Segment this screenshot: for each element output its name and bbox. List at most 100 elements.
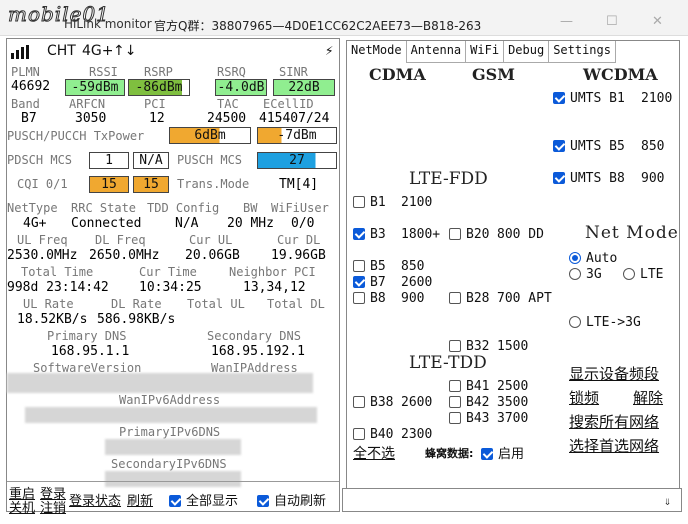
tab-settings[interactable]: Settings	[549, 41, 616, 63]
refresh-link[interactable]: 刷新	[127, 490, 153, 509]
umts-b8-freq: 900	[641, 171, 665, 186]
primary-dns-label: Primary DNS	[47, 329, 127, 343]
b20-checkbox[interactable]: B20	[449, 227, 489, 242]
umts-b1-checkbox[interactable]: UMTS B1	[553, 91, 625, 106]
lte-label: LTE	[640, 267, 664, 282]
login-status-link[interactable]: 登录状态	[69, 490, 121, 509]
qq-group-text: 官方Q群：38807965—4D0E1CC62C2AEE73—B818-263	[154, 19, 482, 33]
b8-checkbox[interactable]: B8	[353, 291, 386, 306]
arfcn-value: 3050	[75, 111, 107, 126]
umts-b1-label: UMTS B1	[570, 91, 625, 106]
b32-checkbox[interactable]: B32	[449, 339, 489, 354]
scroll-down-icon[interactable]: ⇓	[664, 494, 671, 508]
ecellid-label: ECellID	[263, 97, 314, 111]
auto-refresh-check-icon	[257, 495, 269, 507]
cqi-0-value: 15	[101, 177, 117, 192]
tab-antenna[interactable]: Antenna	[406, 41, 467, 63]
maximize-button[interactable]: ☐	[606, 14, 618, 29]
pusch-mcs-meter: 27	[257, 152, 337, 169]
b43-check-icon	[449, 412, 461, 424]
unlock-band-link[interactable]: 解除	[633, 387, 663, 408]
rsrq-meter: -4.0dB	[215, 79, 267, 96]
3g-radio[interactable]: 3G	[569, 267, 602, 282]
tab-netmode[interactable]: NetMode	[347, 41, 407, 63]
tx-pucch-meter: -7dBm	[257, 127, 337, 144]
b41-check-icon	[449, 380, 461, 392]
lock-band-link[interactable]: 锁频	[569, 387, 599, 408]
cur-dl-label: Cur DL	[277, 233, 321, 247]
show-bands-link[interactable]: 显示设备频段	[569, 363, 659, 384]
b3-freq: 1800+	[401, 227, 441, 242]
b5-checkbox[interactable]: B5	[353, 259, 386, 274]
sinr-label: SINR	[279, 65, 308, 79]
auto-refresh-label: 自动刷新	[274, 494, 327, 509]
wcdma-header: WCDMA	[583, 65, 658, 84]
umts-b8-label: UMTS B8	[570, 171, 625, 186]
band-label: Band	[11, 97, 40, 111]
b42-checkbox[interactable]: B42	[449, 395, 489, 410]
minimize-button[interactable]: —	[560, 14, 573, 29]
network-type: 4G+	[82, 43, 114, 59]
lte-radio[interactable]: LTE	[623, 267, 663, 282]
umts-b8-check-icon	[553, 172, 565, 184]
tac-value: 24500	[207, 111, 247, 126]
b38-label: B38	[370, 395, 394, 410]
info-panel: CHT 4G+ ↑↓ ⚡ PLMN RSSI RSRP RSRQ SINR 46…	[6, 38, 340, 516]
cur-ul-value: 20.06GB	[185, 248, 240, 263]
b43-checkbox[interactable]: B43	[449, 411, 489, 426]
b20-label: B20	[466, 227, 490, 242]
cdma-header: CDMA	[369, 65, 426, 84]
redacted-primary-ipv6-dns	[105, 439, 241, 455]
shutdown-link[interactable]: 关机	[9, 497, 35, 516]
cur-dl-value: 19.96GB	[271, 248, 326, 263]
umts-b8-checkbox[interactable]: UMTS B8	[553, 171, 625, 186]
logout-link[interactable]: 注销	[40, 497, 66, 516]
lte-fdd-header: LTE-FDD	[409, 169, 488, 189]
b28-checkbox[interactable]: B28	[449, 291, 489, 306]
redacted-software-wanip	[7, 373, 313, 393]
tdd-config-value: N/A	[175, 216, 199, 231]
auto-refresh-checkbox[interactable]: 自动刷新	[257, 490, 326, 509]
lte-3g-radio-icon	[569, 316, 581, 328]
cell-data-enable-checkbox[interactable]: 启用	[481, 443, 524, 462]
auto-radio-icon	[569, 252, 581, 264]
tab-debug[interactable]: Debug	[504, 41, 550, 63]
total-dl-label: Total DL	[267, 297, 325, 311]
lte-3g-radio[interactable]: LTE->3G	[569, 315, 641, 330]
select-preferred-network-link[interactable]: 选择首选网络	[569, 435, 659, 456]
b1-checkbox[interactable]: B1	[353, 195, 386, 210]
b1-freq: 2100	[401, 195, 433, 210]
b3-checkbox[interactable]: B3	[353, 227, 386, 242]
b7-checkbox[interactable]: B7	[353, 275, 386, 290]
b28-label: B28	[466, 291, 490, 306]
b8-freq: 900	[401, 291, 425, 306]
search-networks-link[interactable]: 搜索所有网络	[569, 411, 659, 432]
primary-ipv6-dns-label: PrimaryIPv6DNS	[119, 425, 221, 439]
show-all-checkbox[interactable]: 全部显示	[169, 490, 238, 509]
rrc-state-value: Connected	[71, 216, 142, 231]
bottom-text-field[interactable]	[342, 488, 682, 512]
uncheck-all-link[interactable]: 全不选	[353, 443, 395, 463]
b42-freq: 3500	[497, 395, 529, 410]
tab-wifi[interactable]: WiFi	[466, 41, 505, 63]
b40-checkbox[interactable]: B40	[353, 427, 393, 442]
close-button[interactable]: ✕	[652, 14, 663, 29]
lte-tdd-header: LTE-TDD	[409, 353, 487, 373]
sinr-meter: 22dB	[273, 79, 335, 96]
pdsch-mcs-2: N/A	[133, 152, 169, 169]
title-bar: mobile01 HiLink monitor 官方Q群：38807965—4D…	[0, 0, 688, 36]
b38-checkbox[interactable]: B38	[353, 395, 393, 410]
b40-freq: 2300	[401, 427, 433, 442]
bottom-divider	[7, 481, 339, 482]
b32-check-icon	[449, 340, 461, 352]
3g-radio-icon	[569, 268, 581, 280]
auto-radio[interactable]: Auto	[569, 251, 617, 266]
ul-rate-label: UL Rate	[23, 297, 74, 311]
b3-check-icon	[353, 228, 365, 240]
neighbor-pci-label: Neighbor PCI	[229, 265, 316, 279]
ul-freq-value: 2530.0MHz	[7, 248, 78, 263]
pci-label: PCI	[144, 97, 166, 111]
b8-label: B8	[370, 291, 386, 306]
b41-checkbox[interactable]: B41	[449, 379, 489, 394]
umts-b5-checkbox[interactable]: UMTS B5	[553, 139, 625, 154]
